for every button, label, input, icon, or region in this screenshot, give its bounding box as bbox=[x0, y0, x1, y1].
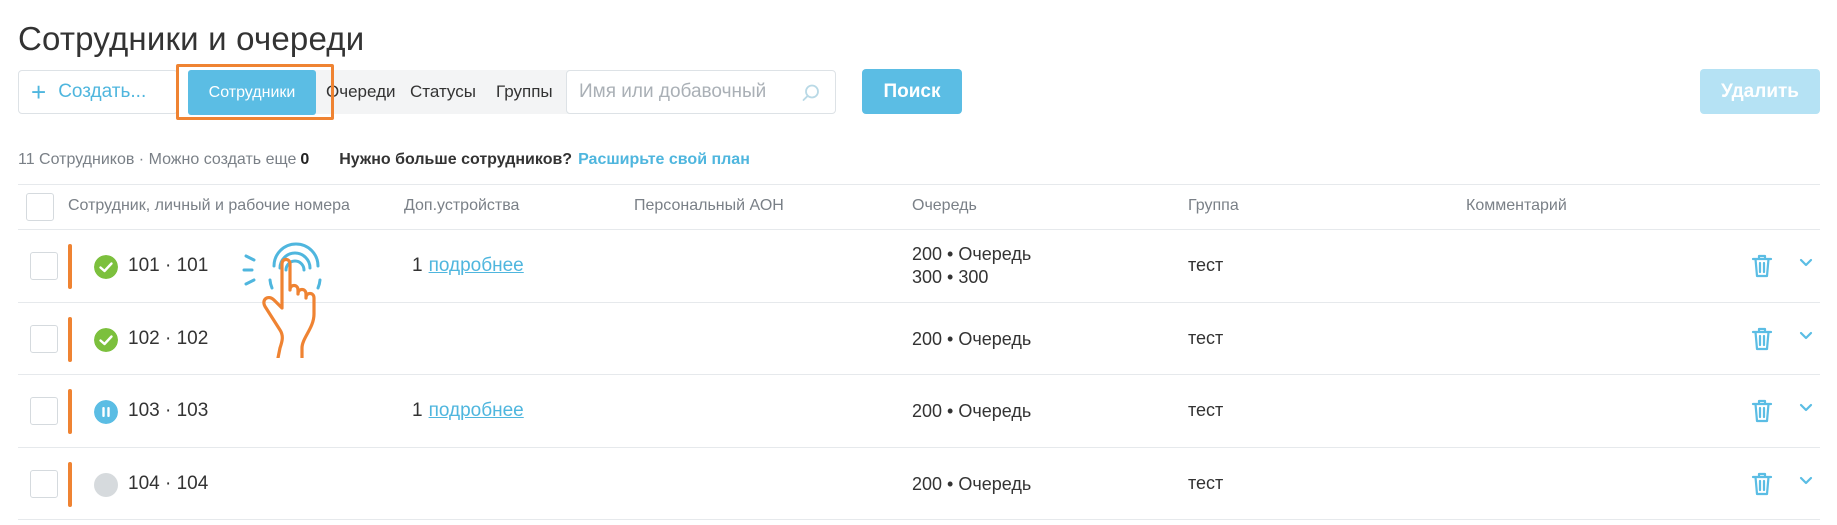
employees-info: 11 Сотрудников · Можно создать еще 0 Нужно… bbox=[18, 151, 750, 169]
employees-count-text: 11 Сотрудников · Можно создать еще bbox=[18, 151, 297, 168]
table-row[interactable]: 103 · 103 1 подробнее 200 • Очередь тест bbox=[18, 375, 1820, 448]
devices-count: 1 bbox=[412, 255, 423, 276]
status-pause-icon bbox=[94, 400, 118, 424]
search-field bbox=[566, 70, 836, 114]
chevron-down-icon[interactable] bbox=[1798, 257, 1814, 269]
delete-button[interactable]: Удалить bbox=[1700, 69, 1820, 114]
devices-cell: 1 подробнее bbox=[412, 400, 524, 422]
tab-queues[interactable]: Очереди bbox=[318, 70, 404, 114]
tab-groups[interactable]: Группы bbox=[488, 70, 561, 114]
row-marker bbox=[68, 389, 72, 434]
search-input[interactable] bbox=[579, 71, 799, 113]
queue-item: 200 • Очередь bbox=[912, 401, 1032, 421]
status-online-icon bbox=[94, 327, 118, 352]
group-cell: тест bbox=[1188, 400, 1224, 420]
queue-item: 200 • Очередь bbox=[912, 328, 1032, 349]
devices-details-link[interactable]: подробнее bbox=[429, 255, 524, 276]
group-cell: тест bbox=[1188, 327, 1224, 348]
row-marker bbox=[68, 461, 72, 507]
row-checkbox[interactable] bbox=[30, 469, 58, 498]
col-devices: Доп.устройства bbox=[404, 197, 520, 214]
status-offline-icon bbox=[94, 472, 118, 497]
row-marker bbox=[68, 316, 72, 362]
search-icon[interactable] bbox=[801, 83, 821, 103]
row-marker bbox=[68, 244, 72, 289]
table-header: Сотрудник, личный и рабочие номера Доп.у… bbox=[18, 184, 1820, 230]
tab-statuses[interactable]: Статусы bbox=[402, 70, 484, 114]
queue-item: 300 • 300 bbox=[912, 267, 989, 287]
trash-icon[interactable] bbox=[1750, 253, 1774, 279]
tabs: Сотрудники Очереди Статусы Группы bbox=[188, 70, 572, 115]
queues-cell: 200 • Очередь bbox=[912, 473, 1031, 496]
col-comment: Комментарий bbox=[1466, 197, 1567, 214]
col-employee: Сотрудник, личный и рабочие номера bbox=[68, 197, 350, 214]
col-group: Группа bbox=[1188, 197, 1239, 214]
remaining-count: 0 bbox=[300, 151, 310, 168]
devices-cell: 1 подробнее bbox=[412, 255, 524, 277]
employee-extension[interactable]: 102 · 102 bbox=[128, 328, 208, 350]
chevron-down-icon[interactable] bbox=[1798, 402, 1814, 414]
chevron-down-icon[interactable] bbox=[1798, 330, 1814, 342]
devices-count: 1 bbox=[412, 400, 423, 421]
col-personal-caller-id: Персональный АОН bbox=[634, 197, 784, 214]
row-checkbox[interactable] bbox=[30, 324, 58, 353]
create-button-label: Создать... bbox=[58, 81, 147, 102]
queues-cell: 200 • Очередь bbox=[912, 400, 1031, 423]
select-all-checkbox[interactable] bbox=[26, 193, 54, 221]
trash-icon[interactable] bbox=[1750, 326, 1774, 352]
chevron-down-icon[interactable] bbox=[1798, 475, 1814, 487]
toolbar: + Создать... Сотрудники Очереди Статусы … bbox=[18, 64, 1820, 120]
devices-details-link[interactable]: подробнее bbox=[429, 400, 524, 421]
group-cell: тест bbox=[1188, 255, 1224, 275]
plus-icon: + bbox=[31, 77, 47, 107]
hand-tap-icon bbox=[242, 242, 322, 358]
need-more-text: Нужно больше сотрудников? bbox=[339, 151, 573, 168]
row-checkbox[interactable] bbox=[30, 252, 58, 280]
group-cell: тест bbox=[1188, 472, 1224, 493]
expand-plan-link[interactable]: Расширьте свой план bbox=[578, 151, 750, 168]
trash-icon[interactable] bbox=[1750, 471, 1774, 497]
search-button[interactable]: Поиск bbox=[862, 69, 962, 114]
employee-extension[interactable]: 103 · 103 bbox=[128, 400, 208, 422]
create-button[interactable]: + Создать... bbox=[18, 70, 178, 114]
status-online-icon bbox=[94, 255, 118, 279]
employee-extension[interactable]: 104 · 104 bbox=[128, 473, 208, 495]
row-checkbox[interactable] bbox=[30, 397, 58, 425]
queue-item: 200 • Очередь bbox=[912, 473, 1032, 494]
col-queue: Очередь bbox=[912, 197, 977, 214]
employee-extension[interactable]: 101 · 101 bbox=[128, 255, 208, 277]
trash-icon[interactable] bbox=[1750, 398, 1774, 424]
queues-cell: 200 • Очередь 300 • 300 bbox=[912, 243, 1031, 289]
table-row[interactable]: 104 · 104 200 • Очередь тест bbox=[18, 448, 1820, 520]
tab-employees[interactable]: Сотрудники bbox=[188, 70, 316, 115]
queues-cell: 200 • Очередь bbox=[912, 328, 1031, 351]
queue-item: 200 • Очередь bbox=[912, 244, 1032, 264]
page-title: Сотрудники и очереди bbox=[18, 20, 365, 57]
